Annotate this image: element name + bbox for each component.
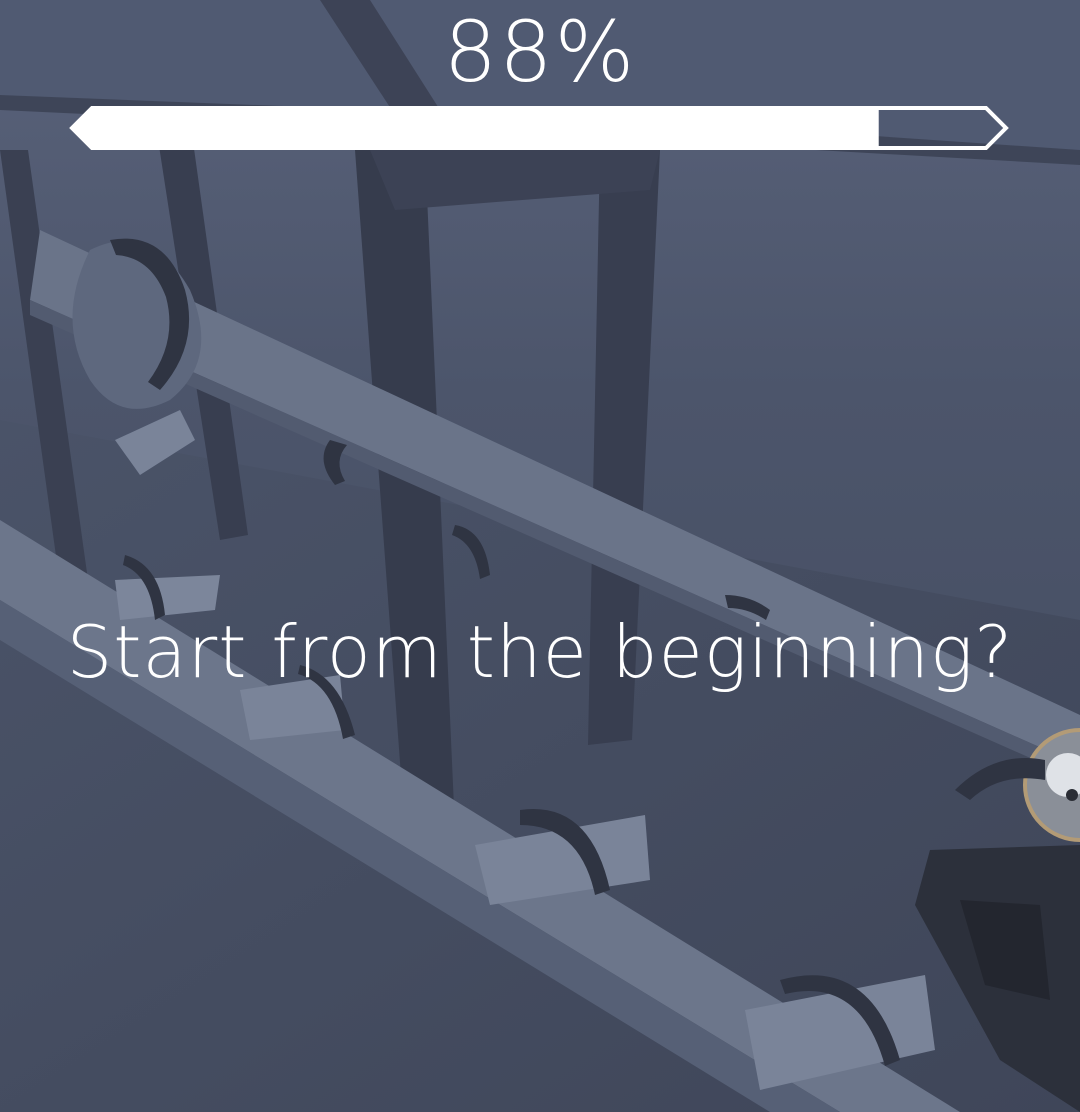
progress-percent: 88%	[443, 3, 637, 101]
restart-prompt[interactable]: Start from the beginning?	[0, 608, 1080, 696]
game-scene	[0, 0, 1080, 1112]
